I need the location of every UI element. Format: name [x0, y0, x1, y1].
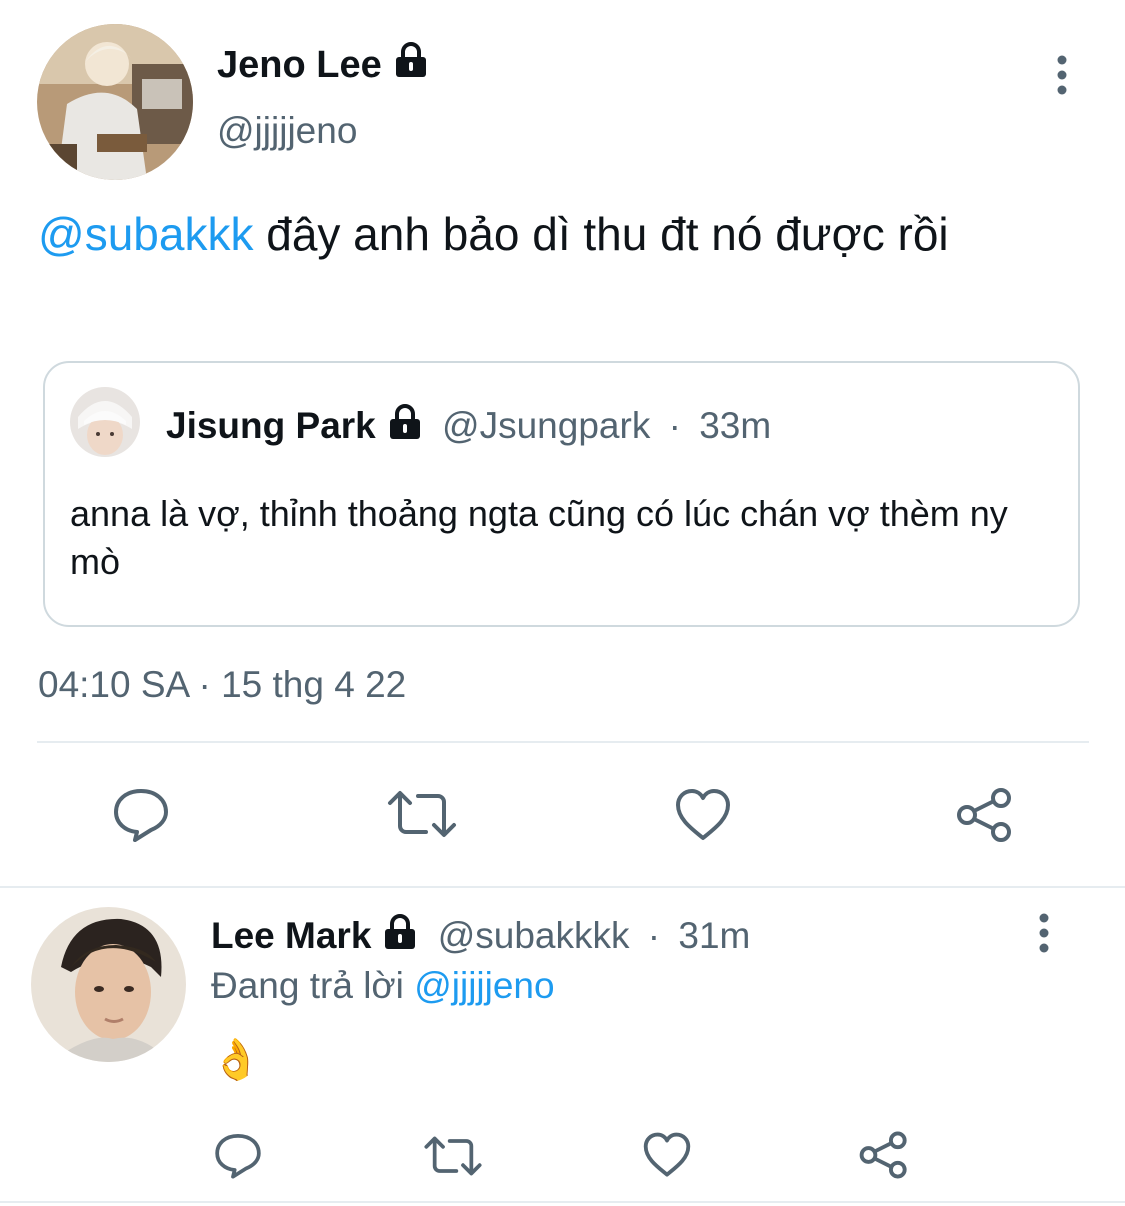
- like-icon[interactable]: [674, 788, 732, 842]
- quoted-author-line: Jisung Park @Jsungpark · 33m: [166, 401, 771, 454]
- bottom-divider: [0, 1201, 1125, 1203]
- tweet-timestamp[interactable]: 04:10 SA · 15 thg 4 22: [38, 660, 406, 710]
- reply-icon[interactable]: [111, 786, 171, 842]
- reply-text: 👌: [211, 1038, 261, 1082]
- quoted-tweet-text: anna là vợ, thỉnh thoảng ngta cũng có lú…: [70, 493, 1008, 582]
- retweet-icon[interactable]: [423, 1134, 483, 1178]
- dot-separator: ·: [647, 915, 661, 956]
- reply-author-name[interactable]: Lee Mark: [211, 915, 371, 956]
- replying-to-line: Đang trả lời @jjjjjeno: [211, 961, 555, 1011]
- share-icon[interactable]: [955, 786, 1015, 844]
- dot-separator: ·: [668, 405, 681, 446]
- divider: [37, 741, 1089, 743]
- author-name-text[interactable]: Jeno Lee: [217, 44, 382, 86]
- lock-icon: [386, 403, 424, 454]
- quoted-time: 33m: [699, 405, 772, 446]
- reply-time[interactable]: 31m: [678, 915, 750, 956]
- author-handle[interactable]: @jjjjjeno: [217, 106, 357, 156]
- more-options-icon[interactable]: [1022, 910, 1066, 958]
- replying-label: Đang trả lời: [211, 965, 415, 1006]
- lock-icon: [381, 913, 419, 964]
- section-divider: [0, 886, 1125, 888]
- quoted-author-name: Jisung Park: [166, 405, 376, 446]
- jeno-avatar[interactable]: [37, 24, 193, 180]
- reply-icon[interactable]: [213, 1131, 263, 1179]
- tweet-thread: Jeno Lee @jjjjjeno @subakkk đây anh bảo …: [0, 0, 1125, 1206]
- like-icon[interactable]: [642, 1132, 692, 1178]
- tweet-body: đây anh bảo dì thu đt nó được rồi: [253, 208, 949, 260]
- tweet-text: @subakkk đây anh bảo dì thu đt nó được r…: [38, 205, 1048, 263]
- quoted-author-handle: @Jsungpark: [442, 405, 651, 446]
- reply-author-handle[interactable]: @subakkkk: [438, 915, 630, 956]
- reply-author-line: Lee Mark @subakkkk · 31m: [211, 911, 750, 964]
- lee-mark-avatar[interactable]: [31, 907, 186, 1062]
- jisung-avatar: [70, 387, 140, 457]
- share-icon[interactable]: [858, 1130, 910, 1180]
- mention-link[interactable]: @subakkk: [38, 208, 253, 260]
- lock-icon: [392, 41, 430, 92]
- more-options-icon[interactable]: [1040, 52, 1084, 100]
- replying-to-link[interactable]: @jjjjjeno: [414, 965, 554, 1006]
- author-name[interactable]: Jeno Lee: [217, 40, 430, 92]
- retweet-icon[interactable]: [386, 788, 458, 840]
